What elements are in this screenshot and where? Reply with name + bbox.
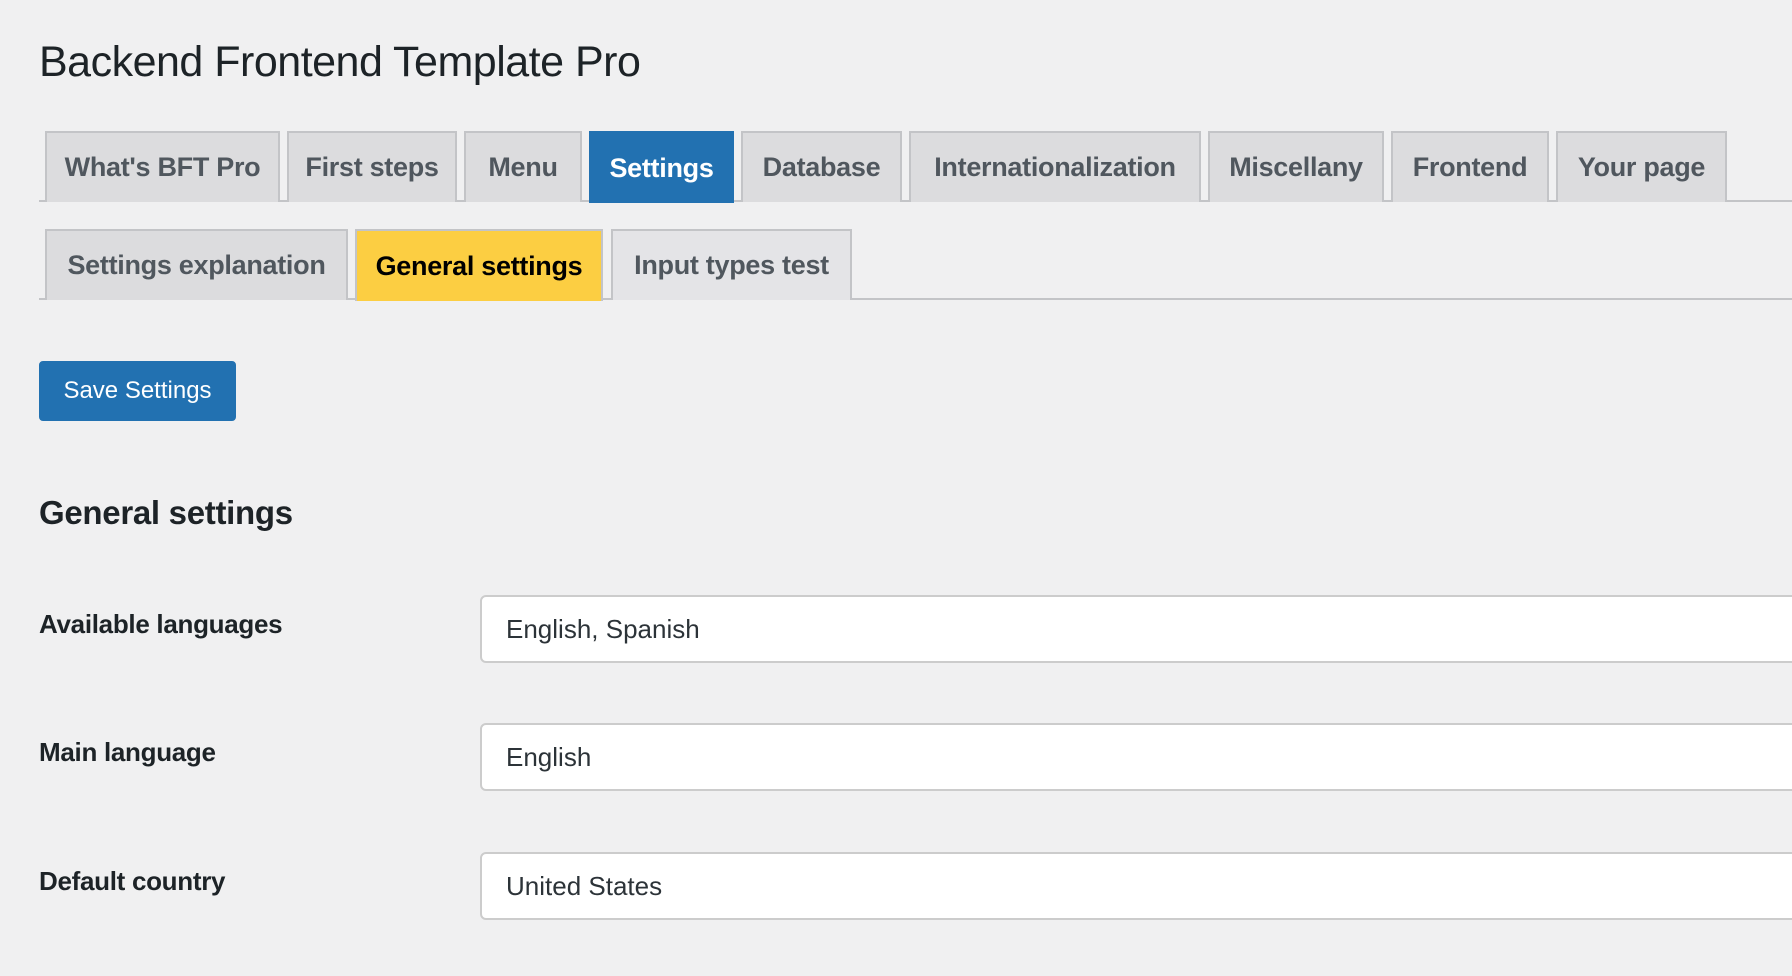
available-languages-label: Available languages	[39, 609, 283, 639]
tab-menu[interactable]: Menu	[464, 131, 582, 202]
save-settings-button[interactable]: Save Settings	[39, 361, 236, 421]
tab-your-page[interactable]: Your page	[1556, 131, 1727, 202]
field-row-main-language: Main language	[0, 723, 1792, 791]
tab-settings[interactable]: Settings	[589, 131, 734, 203]
subtab-input-types-test[interactable]: Input types test	[611, 229, 852, 300]
field-row-default-country: Default country	[0, 852, 1792, 920]
tab-database[interactable]: Database	[741, 131, 902, 202]
tab-first-steps[interactable]: First steps	[287, 131, 457, 202]
tab-internationalization[interactable]: Internationalization	[909, 131, 1201, 202]
available-languages-input[interactable]	[480, 595, 1792, 663]
tab-frontend[interactable]: Frontend	[1391, 131, 1549, 202]
default-country-input[interactable]	[480, 852, 1792, 920]
main-nav-tabs: What's BFT Pro First steps Menu Settings…	[39, 130, 1792, 203]
main-language-label: Main language	[39, 737, 216, 767]
subtab-general-settings[interactable]: General settings	[355, 229, 603, 301]
default-country-label: Default country	[39, 866, 226, 896]
tab-miscellany[interactable]: Miscellany	[1208, 131, 1384, 202]
field-row-available-languages: Available languages	[0, 595, 1792, 663]
main-language-input[interactable]	[480, 723, 1792, 791]
section-title: General settings	[39, 494, 293, 531]
tab-whats-bft-pro[interactable]: What's BFT Pro	[45, 131, 280, 202]
page-title: Backend Frontend Template Pro	[39, 38, 641, 86]
sub-nav-tabs: Settings explanation General settings In…	[39, 228, 1792, 301]
subtab-settings-explanation[interactable]: Settings explanation	[45, 229, 348, 300]
